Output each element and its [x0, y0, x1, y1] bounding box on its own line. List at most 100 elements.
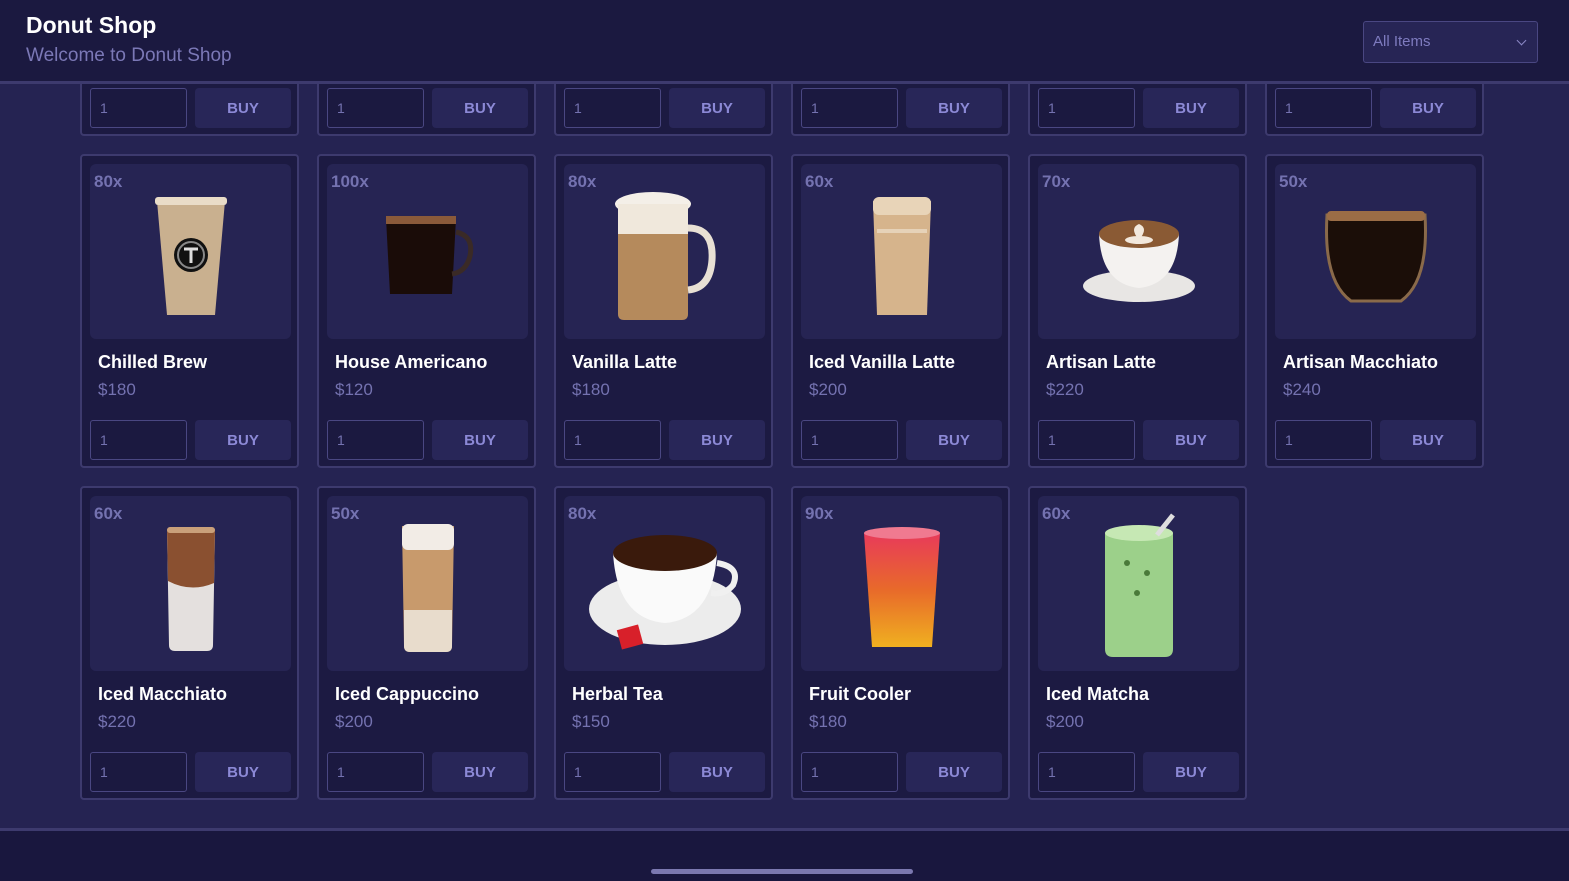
- buy-button[interactable]: BUY: [1143, 88, 1239, 128]
- quantity-input[interactable]: [564, 752, 661, 792]
- product-image-box: 80x: [564, 164, 765, 339]
- quantity-input[interactable]: [1038, 752, 1135, 792]
- quantity-input[interactable]: [801, 420, 898, 460]
- product-price: $150: [572, 712, 610, 731]
- product-image-box: 80x: [564, 496, 765, 671]
- buy-button[interactable]: BUY: [195, 88, 291, 128]
- quantity-input[interactable]: [564, 420, 661, 460]
- quantity-input[interactable]: [90, 420, 187, 460]
- quantity-input[interactable]: [1038, 420, 1135, 460]
- buy-button[interactable]: BUY: [906, 88, 1002, 128]
- product-card: 60x Iced Matcha $200 BUY: [1028, 486, 1247, 800]
- product-card: 50x Iced Cappuccino $200 BUY: [317, 486, 536, 800]
- product-name: Artisan Latte: [1046, 352, 1157, 372]
- product-name: Iced Matcha: [1046, 684, 1150, 704]
- quantity-input[interactable]: [1038, 88, 1135, 128]
- stock-count: 50x: [331, 504, 360, 523]
- product-name: Iced Macchiato: [98, 684, 228, 704]
- quantity-input[interactable]: [801, 752, 898, 792]
- stock-count: 80x: [94, 172, 123, 191]
- buy-button[interactable]: BUY: [1380, 88, 1476, 128]
- buy-button[interactable]: BUY: [195, 752, 291, 792]
- product-image-box: 90x: [801, 496, 1002, 671]
- product-card: 70x Artisan Latte $220 BUY: [1028, 154, 1247, 468]
- app-header: Donut Shop Welcome to Donut Shop All Ite…: [0, 0, 1569, 84]
- quantity-input[interactable]: [1275, 88, 1372, 128]
- buy-button[interactable]: BUY: [195, 420, 291, 460]
- iced-macchiato-glass-image: [163, 523, 219, 658]
- product-card: 100x House Americano $120 BUY: [317, 154, 536, 468]
- quantity-input[interactable]: [1275, 420, 1372, 460]
- horizontal-scrollbar-thumb[interactable]: [651, 869, 913, 874]
- buy-button[interactable]: BUY: [432, 752, 528, 792]
- footer-bar: [0, 828, 1569, 881]
- product-name: Vanilla Latte: [572, 352, 678, 372]
- product-image-box: 60x: [90, 496, 291, 671]
- product-price: $220: [98, 712, 136, 731]
- quantity-input[interactable]: [327, 752, 424, 792]
- stock-count: 60x: [1042, 504, 1071, 523]
- quantity-input[interactable]: [801, 88, 898, 128]
- stock-count: 50x: [1279, 172, 1308, 191]
- product-name: Chilled Brew: [98, 352, 208, 372]
- iced-cappuccino-glass-image: [398, 520, 458, 660]
- product-name: Fruit Cooler: [809, 684, 911, 704]
- product-image-box: 60x: [1038, 496, 1239, 671]
- product-card: 50x Artisan Macchiato $240 BUY: [1265, 154, 1484, 468]
- stock-count: 80x: [568, 504, 597, 523]
- black-coffee-mug-image: [378, 206, 478, 311]
- quantity-input[interactable]: [327, 420, 424, 460]
- product-card: 60x Iced Macchiato $220 BUY: [80, 486, 299, 800]
- product-price: $200: [335, 712, 373, 731]
- stock-count: 60x: [94, 504, 123, 523]
- category-filter-select[interactable]: All Items: [1363, 21, 1538, 63]
- page-subtitle: Welcome to Donut Shop: [26, 45, 232, 66]
- product-image-box: 50x: [1275, 164, 1476, 339]
- fruit-slush-glass-image: [860, 523, 944, 658]
- product-card: 80x Vanilla Latte $180 BUY: [554, 154, 773, 468]
- latte-art-cup-image: [1079, 206, 1199, 311]
- iced-coffee-cup-image: [151, 191, 231, 326]
- product-card: 80x Herbal Tea $150 BUY: [554, 486, 773, 800]
- product-name: Herbal Tea: [572, 684, 663, 704]
- buy-button[interactable]: BUY: [1143, 752, 1239, 792]
- espresso-glass-image: [1321, 201, 1431, 316]
- buy-button[interactable]: BUY: [669, 420, 765, 460]
- buy-button[interactable]: BUY: [432, 420, 528, 460]
- buy-button[interactable]: BUY: [906, 420, 1002, 460]
- buy-button[interactable]: BUY: [1143, 420, 1239, 460]
- buy-button[interactable]: BUY: [432, 88, 528, 128]
- product-image-box: 60x: [801, 164, 1002, 339]
- stock-count: 90x: [805, 504, 834, 523]
- product-price: $200: [1046, 712, 1084, 731]
- page-title: Donut Shop: [26, 12, 157, 38]
- product-price: $180: [572, 380, 610, 399]
- product-card: 60x Iced Vanilla Latte $200 BUY: [791, 154, 1010, 468]
- product-price: $200: [809, 380, 847, 399]
- quantity-input[interactable]: [90, 752, 187, 792]
- iced-latte-glass-image: [867, 191, 937, 326]
- stock-count: 80x: [568, 172, 597, 191]
- product-price: $240: [1283, 380, 1321, 399]
- product-image-box: 80x: [90, 164, 291, 339]
- product-price: $120: [335, 380, 373, 399]
- product-price: $180: [809, 712, 847, 731]
- product-name: Artisan Macchiato: [1283, 352, 1439, 372]
- product-image-box: 50x: [327, 496, 528, 671]
- quantity-input[interactable]: [90, 88, 187, 128]
- product-price: $180: [98, 380, 136, 399]
- buy-button[interactable]: BUY: [669, 88, 765, 128]
- latte-mug-image: [610, 188, 720, 328]
- product-image-box: 70x: [1038, 164, 1239, 339]
- tea-cup-image: [585, 523, 745, 658]
- quantity-input[interactable]: [564, 88, 661, 128]
- quantity-input[interactable]: [327, 88, 424, 128]
- product-image-box: 100x: [327, 164, 528, 339]
- stock-count: 60x: [805, 172, 834, 191]
- buy-button[interactable]: BUY: [1380, 420, 1476, 460]
- matcha-glass-image: [1097, 513, 1181, 668]
- buy-button[interactable]: BUY: [906, 752, 1002, 792]
- filter-selected-value: All Items: [1373, 33, 1431, 50]
- product-name: Iced Vanilla Latte: [809, 352, 956, 372]
- buy-button[interactable]: BUY: [669, 752, 765, 792]
